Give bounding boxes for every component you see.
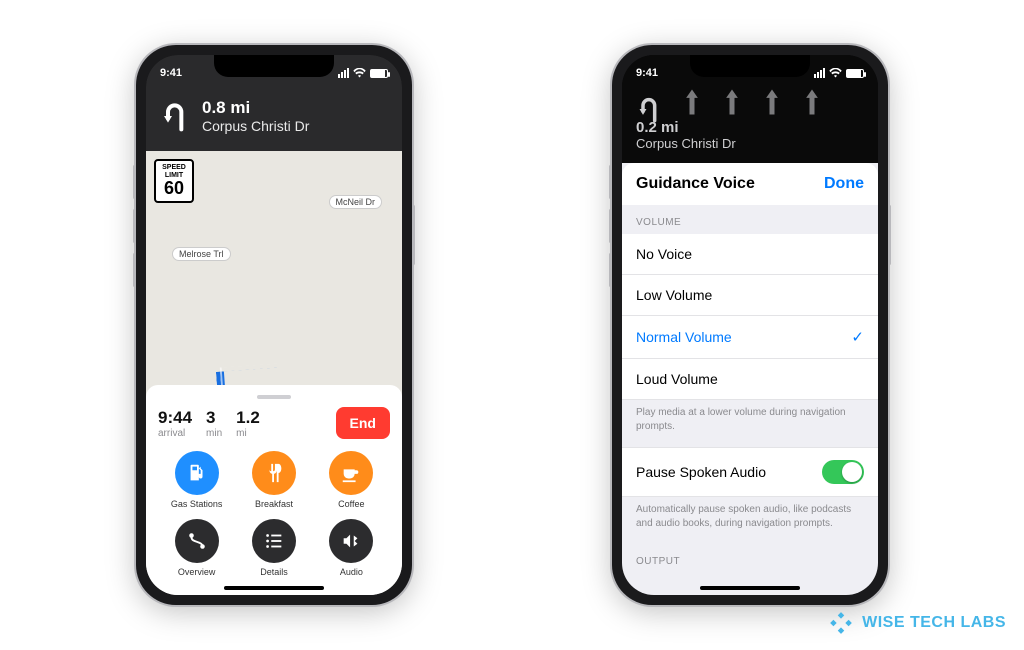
wifi-icon: [353, 68, 366, 78]
home-indicator[interactable]: [224, 586, 324, 590]
guidance-voice-sheet: Guidance Voice Done VOLUME No Voice Low …: [622, 163, 878, 595]
checkmark-icon: ✓: [851, 328, 864, 346]
fork-knife-icon: [263, 462, 285, 484]
lane-guidance: [682, 89, 864, 115]
road-label-mcneil: McNeil Dr: [329, 195, 383, 209]
output-section-header: OUTPUT: [622, 544, 878, 573]
pause-spoken-audio-toggle[interactable]: [822, 460, 864, 484]
tile-details-label: Details: [252, 567, 296, 577]
status-right: [338, 68, 388, 78]
eta-duration-label: min: [206, 428, 222, 439]
watermark-text: WISE TECH LABS: [862, 614, 1006, 632]
eta-arrival-time: 9:44: [158, 408, 192, 428]
eta-distance-value: 1.2: [236, 408, 260, 428]
watermark-logo-icon: [828, 610, 854, 636]
gas-icon: [186, 462, 208, 484]
direction-road: Corpus Christi Dr: [202, 118, 309, 134]
tile-breakfast[interactable]: Breakfast: [252, 451, 296, 509]
tile-gas-label: Gas Stations: [171, 499, 223, 509]
notch: [214, 55, 334, 77]
screen-right: 9:41 0.2 mi: [622, 55, 878, 595]
tile-overview-label: Overview: [175, 567, 219, 577]
pause-section-footer: Automatically pause spoken audio, like p…: [622, 497, 878, 544]
direction-road: Corpus Christi Dr: [636, 136, 864, 151]
volume-option-no-voice[interactable]: No Voice: [622, 234, 878, 275]
notch: [690, 55, 810, 77]
speaker-bluetooth-icon: [340, 530, 362, 552]
eta-distance-label: mi: [236, 428, 260, 439]
volume-section-header: VOLUME: [622, 205, 878, 234]
tile-coffee-label: Coffee: [329, 499, 373, 509]
status-time: 9:41: [636, 67, 658, 79]
signal-icon: [814, 68, 825, 78]
speed-limit-sign: SPEED LIMIT 60: [154, 159, 194, 203]
tile-gas-stations[interactable]: Gas Stations: [171, 451, 223, 509]
lane-arrow-icon: [722, 89, 742, 115]
wifi-icon: [829, 68, 842, 78]
volume-option-low[interactable]: Low Volume: [622, 275, 878, 316]
list-icon: [263, 530, 285, 552]
tile-coffee[interactable]: Coffee: [329, 451, 373, 509]
battery-icon: [846, 69, 864, 78]
phone-frame-left: 9:41 0.8 mi Corpus Christi Dr: [136, 45, 412, 605]
pause-spoken-audio-row[interactable]: Pause Spoken Audio: [622, 447, 878, 497]
volume-option-loud[interactable]: Loud Volume: [622, 359, 878, 400]
pause-spoken-audio-label: Pause Spoken Audio: [636, 464, 766, 480]
home-indicator[interactable]: [700, 586, 800, 590]
bottom-sheet[interactable]: 9:44 arrival 3 min 1.2 mi End: [146, 385, 402, 595]
lane-arrow-icon: [682, 89, 702, 115]
eta-duration-value: 3: [206, 408, 222, 428]
lane-arrow-icon: [762, 89, 782, 115]
battery-icon: [370, 69, 388, 78]
tile-overview[interactable]: Overview: [175, 519, 219, 577]
eta-row: 9:44 arrival 3 min 1.2 mi End: [158, 407, 390, 439]
road-label-melrose: Melrose Trl: [172, 247, 231, 261]
sheet-title: Guidance Voice: [636, 175, 755, 193]
tile-details[interactable]: Details: [252, 519, 296, 577]
uturn-icon: [160, 98, 192, 134]
phone-frame-right: 9:41 0.2 mi: [612, 45, 888, 605]
lane-arrow-icon: [802, 89, 822, 115]
tile-breakfast-label: Breakfast: [252, 499, 296, 509]
eta-arrival-label: arrival: [158, 428, 192, 439]
done-button[interactable]: Done: [824, 175, 864, 193]
tile-audio-label: Audio: [329, 567, 373, 577]
sheet-header: Guidance Voice Done: [622, 163, 878, 205]
screen-left: 9:41 0.8 mi Corpus Christi Dr: [146, 55, 402, 595]
status-right: [814, 68, 864, 78]
sheet-grabber[interactable]: [257, 395, 291, 399]
volume-section-footer: Play media at a lower volume during navi…: [622, 400, 878, 447]
tile-audio[interactable]: Audio: [329, 519, 373, 577]
end-route-button[interactable]: End: [336, 407, 390, 439]
overview-icon: [186, 530, 208, 552]
volume-option-normal[interactable]: Normal Volume ✓: [622, 316, 878, 359]
watermark: WISE TECH LABS: [828, 610, 1006, 636]
direction-distance: 0.8 mi: [202, 98, 309, 118]
signal-icon: [338, 68, 349, 78]
direction-distance: 0.2 mi: [636, 119, 864, 136]
coffee-icon: [340, 462, 362, 484]
status-time: 9:41: [160, 67, 182, 79]
